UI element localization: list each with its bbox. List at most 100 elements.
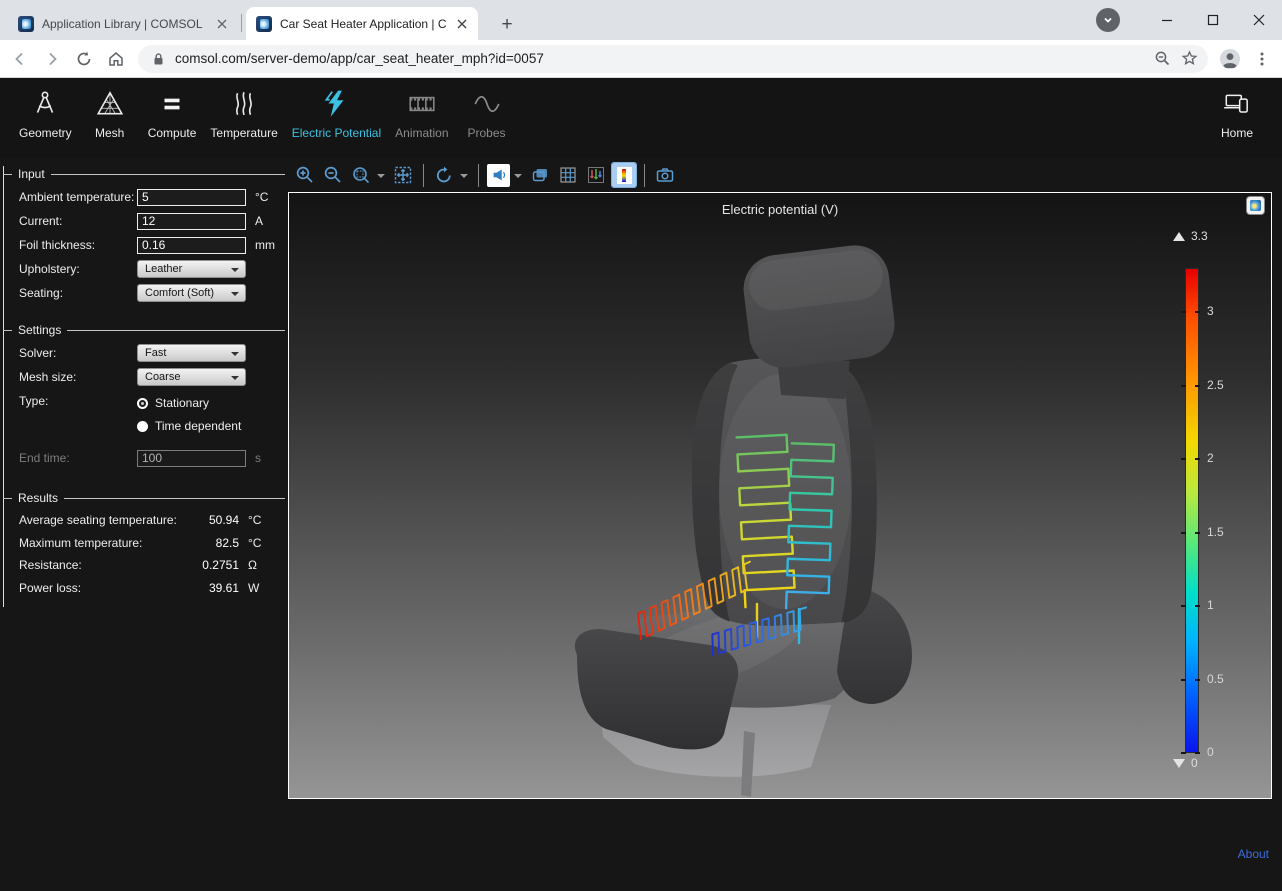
ribbon-button-geometry[interactable]: Geometry [12,87,79,140]
ribbon-button-label: Probes [468,126,506,140]
zoom-extents-button[interactable] [391,163,415,187]
select-value: Comfort (Soft) [145,287,214,299]
ribbon-button-label: Geometry [19,126,72,140]
result-row: Average seating temperature: 50.94 °C [4,509,288,532]
tab-close-icon[interactable] [214,16,230,32]
radio-time-dependent[interactable]: Time dependent [137,419,241,433]
field-row-foil-thickness: Foil thickness: mm [4,233,288,257]
car-seat-model[interactable] [289,193,1271,798]
browser-menu-icon[interactable] [1248,45,1276,73]
browser-tabstrip: Application Library | COMSOL Se Car Seat… [0,0,1282,40]
lightning-bolt-icon [321,89,351,119]
reload-button[interactable] [70,45,98,73]
result-label: Power loss: [19,581,183,595]
upholstery-select[interactable]: Leather [137,260,246,278]
field-row-ambient: Ambient temperature: °C [4,185,288,209]
result-unit: W [248,581,270,595]
ribbon-button-mesh[interactable]: Mesh [79,87,141,140]
color-legend-button[interactable] [612,163,636,187]
ribbon-button-animation: Animation [388,87,455,140]
field-unit: s [255,451,261,465]
ribbon-button-home[interactable]: Home [1206,87,1268,140]
result-label: Average seating temperature: [19,513,183,527]
zoom-in-button[interactable] [293,163,317,187]
new-tab-button[interactable]: + [494,12,520,38]
chevron-down-icon[interactable] [377,174,385,182]
bookmark-star-icon[interactable] [1181,50,1198,67]
colorbar-max-label: 3.3 [1191,229,1208,243]
field-label: Solver: [19,346,137,360]
mesh-size-select[interactable]: Coarse [137,368,246,386]
browser-tab-application-library[interactable]: Application Library | COMSOL Se [8,7,238,40]
colorbar-tick-mark [1195,605,1200,607]
address-bar[interactable]: comsol.com/server-demo/app/car_seat_heat… [138,45,1208,73]
forward-button[interactable] [38,45,66,73]
field-row-seating: Seating: Comfort (Soft) [4,281,288,305]
zoom-box-button[interactable] [349,163,373,187]
browser-update-icon[interactable] [1096,8,1120,32]
mesh-triangle-icon [95,89,125,119]
url-text[interactable]: comsol.com/server-demo/app/car_seat_heat… [175,51,1144,66]
field-row-type: Type: Stationary Time dependent [4,389,288,435]
radio-stationary[interactable]: Stationary [137,396,241,410]
chevron-down-icon[interactable] [514,174,522,182]
ribbon-button-electric-potential[interactable]: Electric Potential [285,87,388,140]
tab-title: Car Seat Heater Application | CO [280,17,446,31]
browser-tab-car-seat-heater[interactable]: Car Seat Heater Application | CO [246,7,478,40]
ribbon-button-compute[interactable]: Compute [141,87,204,140]
select-value: Coarse [145,371,180,383]
result-value: 0.2751 [183,558,239,572]
browser-toolbar: comsol.com/server-demo/app/car_seat_heat… [0,40,1282,78]
geometry-compass-icon [30,89,60,119]
colorbar-max-marker: 3.3 [1173,229,1208,243]
current-input[interactable] [137,213,246,230]
foil-thickness-input[interactable] [137,237,246,254]
tab-close-icon[interactable] [454,16,470,32]
tab-divider [241,14,242,32]
colorbar-tick-label: 0 [1207,745,1251,759]
maximize-button[interactable] [1190,0,1236,40]
plot-canvas[interactable]: Electric potential (V) 3.3 0 32.521.510.… [288,192,1272,799]
transparency-button[interactable] [528,163,552,187]
chevron-down-icon[interactable] [460,174,468,182]
close-button[interactable] [1236,0,1282,40]
field-label: Type: [19,394,137,408]
plot-axes-button[interactable] [584,163,608,187]
ribbon-button-label: Mesh [95,126,124,140]
field-unit: °C [255,190,268,204]
scene-light-button[interactable] [487,164,510,187]
home-nav-button[interactable] [102,45,130,73]
field-row-current: Current: A [4,209,288,233]
colorbar-tick-mark [1181,458,1186,460]
film-strip-icon [407,89,437,119]
minimize-button[interactable] [1144,0,1190,40]
zoom-out-button[interactable] [321,163,345,187]
ribbon-button-label: Temperature [210,126,277,140]
select-value: Leather [145,263,182,275]
tab-title: Application Library | COMSOL Se [42,17,206,31]
field-label: End time: [19,451,137,465]
back-button[interactable] [6,45,34,73]
result-row: Resistance: 0.2751 Ω [4,554,288,577]
snapshot-camera-button[interactable] [653,163,677,187]
field-unit: mm [255,238,275,252]
end-time-input [137,450,246,467]
section-title: Results [18,491,58,505]
seating-select[interactable]: Comfort (Soft) [137,284,246,302]
zoom-out-icon[interactable] [1154,50,1171,67]
toolbar-separator [478,164,479,187]
comsol-app: Geometry Mesh Compute Temperature Electr… [0,78,1282,891]
plot-title: Electric potential (V) [289,202,1271,217]
section-header-input: Input [4,166,288,182]
solver-select[interactable]: Fast [137,344,246,362]
ambient-temperature-input[interactable] [137,189,246,206]
about-link[interactable]: About [1238,847,1269,861]
ribbon-button-label: Electric Potential [292,126,381,140]
result-unit: °C [248,536,270,550]
ribbon-button-temperature[interactable]: Temperature [203,87,284,140]
field-unit: A [255,214,263,228]
grid-button[interactable] [556,163,580,187]
profile-avatar[interactable] [1216,45,1244,73]
result-value: 82.5 [183,536,239,550]
rotate-view-button[interactable] [432,163,456,187]
